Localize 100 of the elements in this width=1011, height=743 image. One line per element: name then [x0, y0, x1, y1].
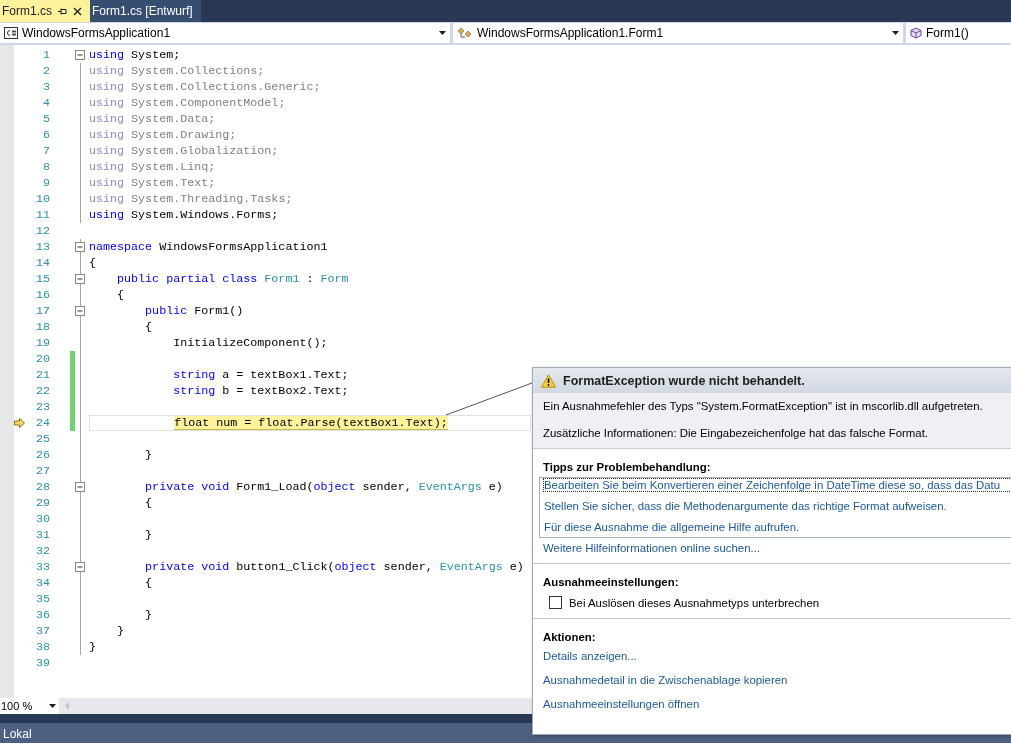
- navigation-dropdown[interactable]: Form1(): [906, 23, 1011, 43]
- popup-title: FormatException wurde nicht behandelt.: [563, 373, 805, 388]
- collapse-icon[interactable]: [75, 306, 86, 317]
- line-number: 14: [34, 256, 50, 270]
- code-line: }: [89, 640, 96, 654]
- code-line: string b = textBox2.Text;: [172, 384, 349, 398]
- line-number: 8: [42, 160, 50, 174]
- code-line: private void button1_Click(object sender, EventArgs e): [144, 560, 524, 574]
- class-icon: [457, 27, 473, 39]
- line-number: 6: [42, 128, 50, 142]
- code-line: {: [144, 320, 153, 334]
- pin-icon[interactable]: [58, 6, 67, 16]
- navigation-dropdown[interactable]: WindowsFormsApplication1.Form1: [453, 23, 903, 43]
- code-line: using System.Collections.Generic;: [89, 80, 321, 94]
- line-number: 4: [42, 96, 50, 110]
- line-number: 38: [34, 640, 50, 654]
- line-number: 24: [34, 416, 50, 430]
- line-number: 2: [42, 64, 50, 78]
- line-number: 13: [34, 240, 50, 254]
- line-number: 7: [42, 144, 50, 158]
- status-text: Lokal: [3, 726, 32, 741]
- line-number: 11: [34, 208, 50, 222]
- code-line: namespace WindowsFormsApplication1: [89, 240, 328, 254]
- line-number: 33: [34, 560, 50, 574]
- line-number: 20: [34, 352, 50, 366]
- code-line: public Form1(): [144, 304, 244, 318]
- line-number: 3: [42, 80, 50, 94]
- code-line: {: [144, 496, 153, 510]
- code-line: using System.Data;: [89, 112, 216, 126]
- exception-message: Ein Ausnahmefehler des Typs "System.FormatException" ist in mscorlib.dll aufgetreten.: [543, 400, 984, 412]
- line-number: 31: [34, 528, 50, 542]
- code-line: using System.Windows.Forms;: [89, 208, 279, 222]
- code-line: private void Form1_Load(object sender, EventArgs e): [144, 480, 503, 494]
- warning-icon: [541, 373, 556, 388]
- line-number: 36: [34, 608, 50, 622]
- line-number: 35: [34, 592, 50, 606]
- line-number: 1: [42, 48, 50, 62]
- section-heading: Ausnahmeeinstellungen:: [542, 576, 680, 588]
- zoom-dropdown[interactable]: 100 %: [0, 698, 59, 714]
- line-number: 17: [34, 304, 50, 318]
- line-number: 22: [34, 384, 50, 398]
- code-line: public partial class Form1 : Form: [116, 272, 349, 286]
- line-number: 30: [34, 512, 50, 526]
- csharp-file-icon: [4, 27, 18, 39]
- collapse-icon[interactable]: [75, 562, 86, 573]
- action-link[interactable]: Ausnahmedetail in die Zwischenablage kopieren: [543, 674, 1011, 686]
- code-line: string a = textBox1.Text;: [172, 368, 349, 382]
- section-heading: Tipps zur Problembehandlung:: [542, 461, 712, 473]
- line-number: 21: [34, 368, 50, 382]
- code-line: InitializeComponent();: [172, 336, 328, 350]
- line-number: 16: [34, 288, 50, 302]
- line-number: 34: [34, 576, 50, 590]
- section-heading: Aktionen:: [542, 631, 597, 643]
- dropdown-caret-icon: [439, 31, 446, 35]
- code-line: using System.Linq;: [89, 160, 216, 174]
- code-line: using System;: [89, 48, 181, 62]
- checkbox-label: Bei Auslösen dieses Ausnahmetyps unterbrechen: [569, 596, 820, 609]
- code-line: }: [144, 608, 153, 622]
- tip-link[interactable]: Bearbeiten Sie beim Konvertieren einer Zeichenfolge in DateTime diese so, dass das Datu: [544, 479, 1011, 491]
- editor-tab[interactable]: Form1.cs: [0, 0, 90, 22]
- code-line: }: [144, 528, 153, 542]
- code-line: using System.Drawing;: [89, 128, 237, 142]
- code-line: using System.ComponentModel;: [89, 96, 286, 110]
- collapse-icon[interactable]: [75, 482, 86, 493]
- line-number: 18: [34, 320, 50, 334]
- collapse-icon[interactable]: [75, 50, 86, 61]
- code-line: using System.Collections;: [89, 64, 265, 78]
- editor-tab[interactable]: Form1.cs [Entwurf]: [90, 0, 201, 22]
- tip-link[interactable]: Stellen Sie sicher, dass die Methodenargumente das richtige Format aufweisen.: [544, 500, 1011, 512]
- action-link[interactable]: Details anzeigen...: [543, 650, 1011, 662]
- online-help-link[interactable]: Weitere Hilfeinformationen online suchen...: [543, 542, 760, 554]
- code-line: using System.Threading.Tasks;: [89, 192, 293, 206]
- line-number: 10: [34, 192, 50, 206]
- code-line: using System.Globalization;: [89, 144, 279, 158]
- line-number: 39: [34, 656, 50, 670]
- collapse-icon[interactable]: [75, 274, 86, 285]
- checkbox[interactable]: [549, 596, 562, 609]
- collapse-icon[interactable]: [75, 242, 86, 253]
- code-line: {: [89, 256, 96, 270]
- action-link[interactable]: Ausnahmeeinstellungen öffnen: [543, 698, 1011, 710]
- navigation-dropdown[interactable]: WindowsFormsApplication1: [0, 23, 450, 43]
- line-number: 27: [34, 464, 50, 478]
- dropdown-caret-icon: [49, 704, 56, 708]
- line-number: 25: [34, 432, 50, 446]
- line-number: 12: [34, 224, 50, 238]
- line-number: 5: [42, 112, 50, 126]
- line-number: 9: [42, 176, 50, 190]
- line-number: 23: [34, 400, 50, 414]
- code-line: }: [116, 624, 125, 638]
- line-number: 19: [34, 336, 50, 350]
- code-line: {: [144, 576, 153, 590]
- line-number: 15: [34, 272, 50, 286]
- exception-message: Zusätzliche Informationen: Die Eingabezeichenfolge hat das falsche Format.: [543, 427, 929, 439]
- method-icon: [910, 27, 922, 39]
- close-icon[interactable]: [73, 6, 82, 16]
- code-line: {: [116, 288, 125, 302]
- line-number: 26: [34, 448, 50, 462]
- tip-link[interactable]: Für diese Ausnahme die allgemeine Hilfe aufrufen.: [544, 521, 1011, 533]
- line-number: 32: [34, 544, 50, 558]
- code-line: using System.Text;: [89, 176, 216, 190]
